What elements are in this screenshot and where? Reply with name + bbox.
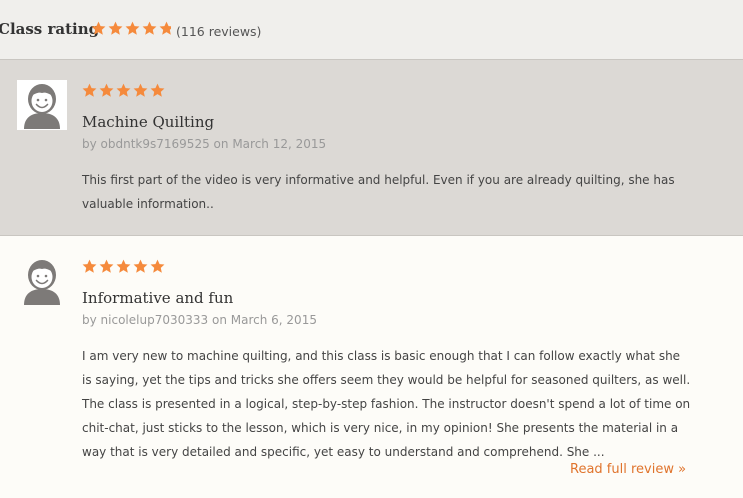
- byline-on: on: [213, 137, 229, 151]
- star-icon: [99, 83, 114, 97]
- review-card: Informative and fun by nicolelup7030333 …: [0, 236, 743, 498]
- review-date: March 6, 2015: [230, 313, 317, 327]
- star-icon: [116, 83, 131, 97]
- review-byline: by nicolelup7030333 on March 6, 2015: [82, 313, 317, 327]
- star-icon: [91, 21, 106, 35]
- review-byline: by obdntk9s7169525 on March 12, 2015: [82, 137, 326, 151]
- review-author: nicolelup7030333: [100, 313, 209, 327]
- byline-by: by: [82, 313, 97, 327]
- star-icon: [133, 259, 148, 273]
- review-date: March 12, 2015: [232, 137, 327, 151]
- review-count: (116 reviews): [176, 24, 262, 39]
- star-icon: [150, 259, 165, 273]
- star-icon: [142, 21, 157, 35]
- byline-on: on: [211, 313, 227, 327]
- class-rating-title: Class rating: [0, 20, 100, 38]
- review-stars: [82, 83, 167, 98]
- star-icon: [82, 83, 97, 97]
- star-icon: [150, 83, 165, 97]
- star-icon: [108, 21, 123, 35]
- user-avatar-icon: [24, 260, 60, 305]
- read-full-review-link[interactable]: Read full review »: [570, 462, 686, 477]
- review-body: This first part of the video is very inf…: [82, 173, 675, 211]
- star-icon: [99, 259, 114, 273]
- review-author: obdntk9s7169525: [100, 137, 210, 151]
- user-avatar-icon: [24, 84, 60, 129]
- avatar: [17, 256, 67, 306]
- review-title: Informative and fun: [82, 289, 234, 307]
- class-rating-header: Class rating (116 reviews): [0, 0, 743, 60]
- star-icon: [133, 83, 148, 97]
- star-icon: [125, 21, 140, 35]
- star-icon: [82, 259, 97, 273]
- class-rating-stars: [91, 21, 176, 36]
- review-stars: [82, 259, 167, 274]
- review-title: Machine Quilting: [82, 113, 215, 131]
- review-body: I am very new to machine quilting, and t…: [82, 349, 691, 459]
- byline-by: by: [82, 137, 97, 151]
- avatar: [17, 80, 67, 130]
- review-card: Machine Quilting by obdntk9s7169525 on M…: [0, 60, 743, 236]
- star-icon: [116, 259, 131, 273]
- star-icon: [159, 21, 172, 35]
